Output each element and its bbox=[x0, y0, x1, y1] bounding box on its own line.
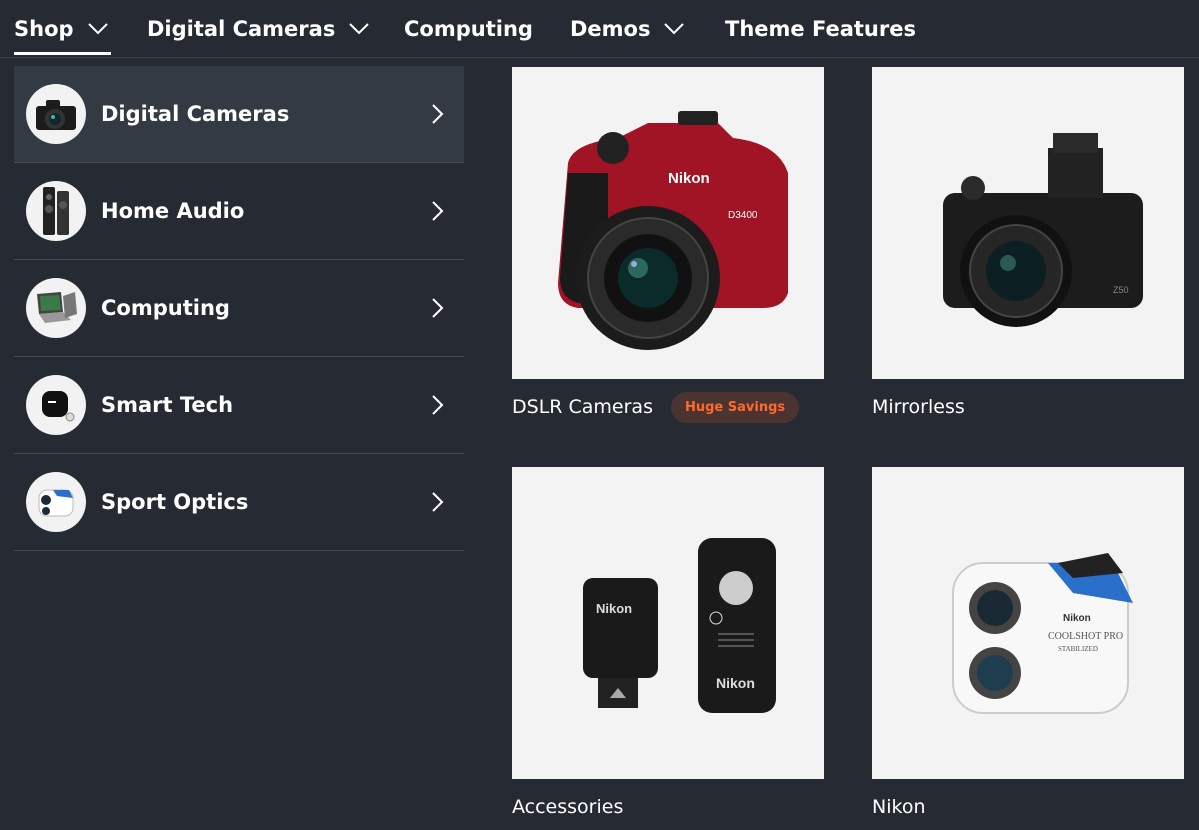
card-caption: Accessories bbox=[512, 794, 824, 820]
chevron-right-icon bbox=[432, 395, 444, 415]
smart-device-thumb-icon bbox=[26, 375, 86, 435]
category-card-nikon[interactable]: Nikon COOLSHOT PRO STABILIZED Nikon bbox=[872, 467, 1184, 820]
category-card-accessories[interactable]: Nikon Nikon Accessories bbox=[512, 467, 824, 820]
category-card-dslr[interactable]: Nikon D3400 DSLR Cameras Huge Savings bbox=[512, 67, 824, 423]
dslr-camera-image: Nikon D3400 bbox=[512, 67, 824, 379]
sidebar-item-label: Home Audio bbox=[101, 199, 245, 223]
nav-digital-cameras-label: Digital Cameras bbox=[147, 16, 336, 41]
sidebar-item-smart-tech[interactable]: Smart Tech bbox=[14, 357, 464, 454]
sidebar-item-computing[interactable]: Computing bbox=[14, 260, 464, 357]
nav-demos[interactable]: Demos bbox=[570, 0, 685, 57]
sidebar-item-label: Digital Cameras bbox=[101, 102, 290, 126]
svg-text:D3400: D3400 bbox=[728, 210, 758, 221]
sidebar-item-label: Sport Optics bbox=[101, 490, 249, 514]
svg-text:Nikon: Nikon bbox=[596, 601, 632, 616]
nav-demos-label: Demos bbox=[570, 16, 651, 41]
sidebar-item-label: Computing bbox=[101, 296, 230, 320]
svg-text:Nikon: Nikon bbox=[1063, 613, 1091, 624]
svg-text:Nikon: Nikon bbox=[716, 675, 755, 691]
svg-text:COOLSHOT PRO: COOLSHOT PRO bbox=[1048, 631, 1123, 642]
card-caption: DSLR Cameras Huge Savings bbox=[512, 391, 824, 423]
mirrorless-camera-image: Z50 bbox=[872, 67, 1184, 379]
speaker-thumb-icon bbox=[26, 181, 86, 241]
chevron-right-icon bbox=[432, 104, 444, 124]
card-label: DSLR Cameras bbox=[512, 396, 653, 418]
top-navigation: Shop Digital Cameras Computing Demos The… bbox=[0, 0, 1199, 58]
chevron-down-icon bbox=[664, 22, 685, 35]
category-card-mirrorless[interactable]: Z50 Mirrorless bbox=[872, 67, 1184, 420]
card-label: Nikon bbox=[872, 796, 926, 818]
laptop-thumb-icon bbox=[26, 278, 86, 338]
category-sidebar: Digital Cameras Home Audio Computing Sma… bbox=[14, 66, 464, 551]
card-caption: Nikon bbox=[872, 794, 1184, 820]
card-label: Accessories bbox=[512, 796, 624, 818]
chevron-right-icon bbox=[432, 492, 444, 512]
chevron-right-icon bbox=[432, 298, 444, 318]
chevron-down-icon bbox=[87, 22, 108, 35]
nav-theme-features[interactable]: Theme Features bbox=[725, 0, 916, 57]
remote-controllers-image: Nikon Nikon bbox=[512, 467, 824, 779]
rangefinder-image: Nikon COOLSHOT PRO STABILIZED bbox=[872, 467, 1184, 779]
svg-text:Z50: Z50 bbox=[1113, 285, 1129, 295]
rangefinder-thumb-icon bbox=[26, 472, 86, 532]
camera-thumb-icon bbox=[26, 84, 86, 144]
sidebar-item-sport-optics[interactable]: Sport Optics bbox=[14, 454, 464, 551]
card-caption: Mirrorless bbox=[872, 394, 1184, 420]
savings-badge: Huge Savings bbox=[670, 391, 800, 423]
svg-text:Nikon: Nikon bbox=[668, 170, 710, 187]
nav-computing-label: Computing bbox=[404, 16, 533, 41]
nav-theme-features-label: Theme Features bbox=[725, 16, 916, 41]
chevron-down-icon bbox=[349, 22, 370, 35]
nav-digital-cameras[interactable]: Digital Cameras bbox=[147, 0, 370, 57]
nav-computing[interactable]: Computing bbox=[404, 0, 533, 57]
chevron-right-icon bbox=[432, 201, 444, 221]
sidebar-item-label: Smart Tech bbox=[101, 393, 234, 417]
card-label: Mirrorless bbox=[872, 396, 965, 418]
nav-shop-label: Shop bbox=[14, 16, 74, 41]
svg-text:STABILIZED: STABILIZED bbox=[1058, 645, 1098, 653]
sidebar-item-home-audio[interactable]: Home Audio bbox=[14, 163, 464, 260]
nav-shop[interactable]: Shop bbox=[14, 0, 111, 57]
sidebar-item-digital-cameras[interactable]: Digital Cameras bbox=[14, 66, 464, 163]
